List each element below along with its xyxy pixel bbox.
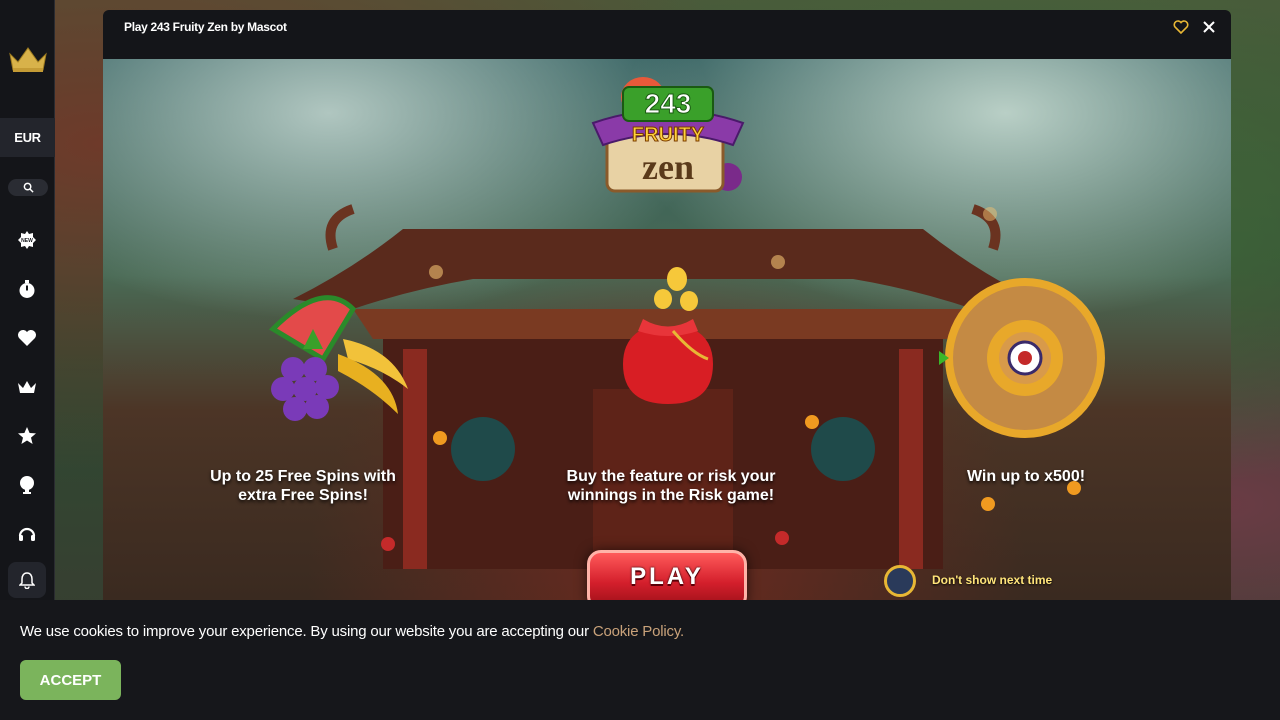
notifications-button[interactable] [8, 562, 46, 598]
favorite-heart-icon[interactable] [1173, 19, 1189, 35]
svg-text:NEW: NEW [21, 238, 33, 244]
nav-support[interactable] [15, 522, 39, 546]
currency-label: EUR [14, 130, 41, 145]
spark-particle [429, 265, 443, 279]
feature-max-win-line1: Win up to x500! [966, 468, 1086, 485]
logo-word-fruity: FRUITY [632, 124, 705, 146]
page: EUR NEW Play 243 Fruity Zen by Mascot 24… [0, 0, 1280, 720]
nav-vip[interactable] [15, 375, 39, 399]
spark-particle [433, 431, 447, 445]
nav-favorites[interactable] [15, 326, 39, 350]
spark-particle [983, 207, 997, 221]
fruits-illustration [268, 295, 408, 421]
heart-icon [18, 330, 36, 346]
feature-risk-game-line2: winnings in the Risk game! [567, 487, 775, 504]
accept-cookies-button[interactable]: ACCEPT [20, 660, 121, 700]
nav-tournaments[interactable] [15, 473, 39, 497]
logo-number: 243 [645, 88, 692, 119]
headset-icon [18, 527, 36, 541]
cookie-banner: We use cookies to improve your experienc… [0, 600, 1280, 720]
game-modal: Play 243 Fruity Zen by Mascot 243 FRUITY… [103, 10, 1231, 600]
star-icon [18, 427, 36, 444]
money-bag-illustration [623, 267, 713, 404]
crown-icon [18, 381, 36, 393]
logo-word-zen: zen [642, 147, 694, 187]
spark-particle [771, 255, 785, 269]
currency-selector[interactable]: EUR [0, 118, 55, 157]
game-canvas[interactable]: 243 FRUITY zen Up to 25 Free Spins with … [103, 59, 1231, 600]
modal-header: Play 243 Fruity Zen by Mascot [103, 10, 1231, 44]
bonus-wheel-illustration [939, 278, 1105, 438]
cookie-policy-link[interactable]: Cookie Policy. [593, 623, 684, 640]
nav-new-games[interactable]: NEW [15, 228, 39, 252]
feature-free-spins-line2: extra Free Spins! [238, 487, 368, 504]
feature-free-spins: Up to 25 Free Spins with extra Free Spin… [183, 467, 423, 505]
feature-risk-game: Buy the feature or risk your winnings in… [543, 467, 799, 505]
dont-show-checkbox[interactable] [884, 565, 916, 597]
play-button[interactable]: PLAY [587, 550, 747, 600]
search-icon [23, 182, 34, 193]
cookie-text: We use cookies to improve your experienc… [20, 623, 593, 640]
spark-particle [1067, 481, 1081, 495]
crown-logo-icon[interactable] [8, 44, 48, 74]
accept-label: ACCEPT [39, 671, 102, 689]
feature-risk-game-line1: Buy the feature or risk your [566, 468, 776, 485]
new-badge-icon: NEW [18, 231, 36, 249]
nav-recent[interactable] [15, 277, 39, 301]
cookie-message: We use cookies to improve your experienc… [20, 623, 684, 640]
nav-top[interactable] [15, 424, 39, 448]
modal-title: Play 243 Fruity Zen by Mascot [124, 20, 287, 34]
spark-particle [981, 497, 995, 511]
spark-particle [381, 537, 395, 551]
bell-icon [19, 572, 35, 589]
spark-particle [775, 531, 789, 545]
spark-particle [805, 415, 819, 429]
sidebar: EUR NEW [0, 0, 55, 600]
trophy-icon [20, 476, 34, 494]
play-button-label: PLAY [630, 563, 704, 590]
dont-show-label[interactable]: Don't show next time [932, 573, 1052, 587]
feature-free-spins-line1: Up to 25 Free Spins with [210, 468, 396, 485]
feature-max-win: Win up to x500! [933, 467, 1119, 486]
stopwatch-icon [19, 280, 35, 298]
search-button[interactable] [8, 179, 48, 196]
game-logo: 243 FRUITY zen [591, 77, 745, 193]
close-icon[interactable] [1201, 19, 1217, 35]
